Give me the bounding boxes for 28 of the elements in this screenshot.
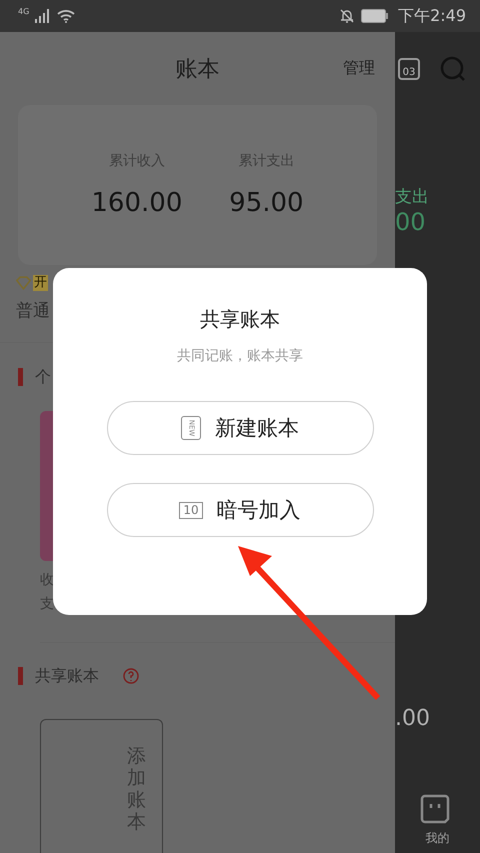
battery-icon [361, 9, 388, 23]
dialog-title: 共享账本 [200, 306, 280, 333]
expense-label: 支出 [395, 186, 430, 208]
member-badge: 开 [33, 275, 48, 291]
section-title: 个 [35, 366, 51, 388]
dialog-option-button[interactable]: 10 暗号加入 [106, 483, 374, 537]
dialog-subtitle: 共同记账，账本共享 [177, 347, 303, 365]
diamond-icon [16, 276, 31, 290]
bell-off-icon [339, 8, 356, 24]
summary-value: 160.00 [91, 188, 182, 218]
section-title: 共享账本 [35, 666, 99, 686]
summary-value: 95.00 [229, 188, 304, 218]
search-icon[interactable] [440, 56, 466, 82]
membership-level-text: 普通 [16, 300, 50, 322]
calendar-icon[interactable]: 03 [398, 58, 420, 80]
status-time: 下午2:49 [398, 6, 466, 26]
help-icon[interactable] [123, 668, 139, 684]
expense-value: 00 [395, 208, 427, 236]
amount-value: .00 [395, 706, 431, 731]
section-marker [18, 368, 23, 386]
page-title: 账本 [176, 56, 220, 84]
signal-icon [35, 9, 52, 23]
section-marker [18, 667, 23, 685]
face-icon[interactable] [420, 794, 450, 824]
number-box-icon: 10 [179, 502, 203, 518]
network-type: 4G [18, 7, 30, 16]
wifi-icon [57, 9, 76, 23]
nav-label[interactable]: 我的 [426, 830, 450, 847]
